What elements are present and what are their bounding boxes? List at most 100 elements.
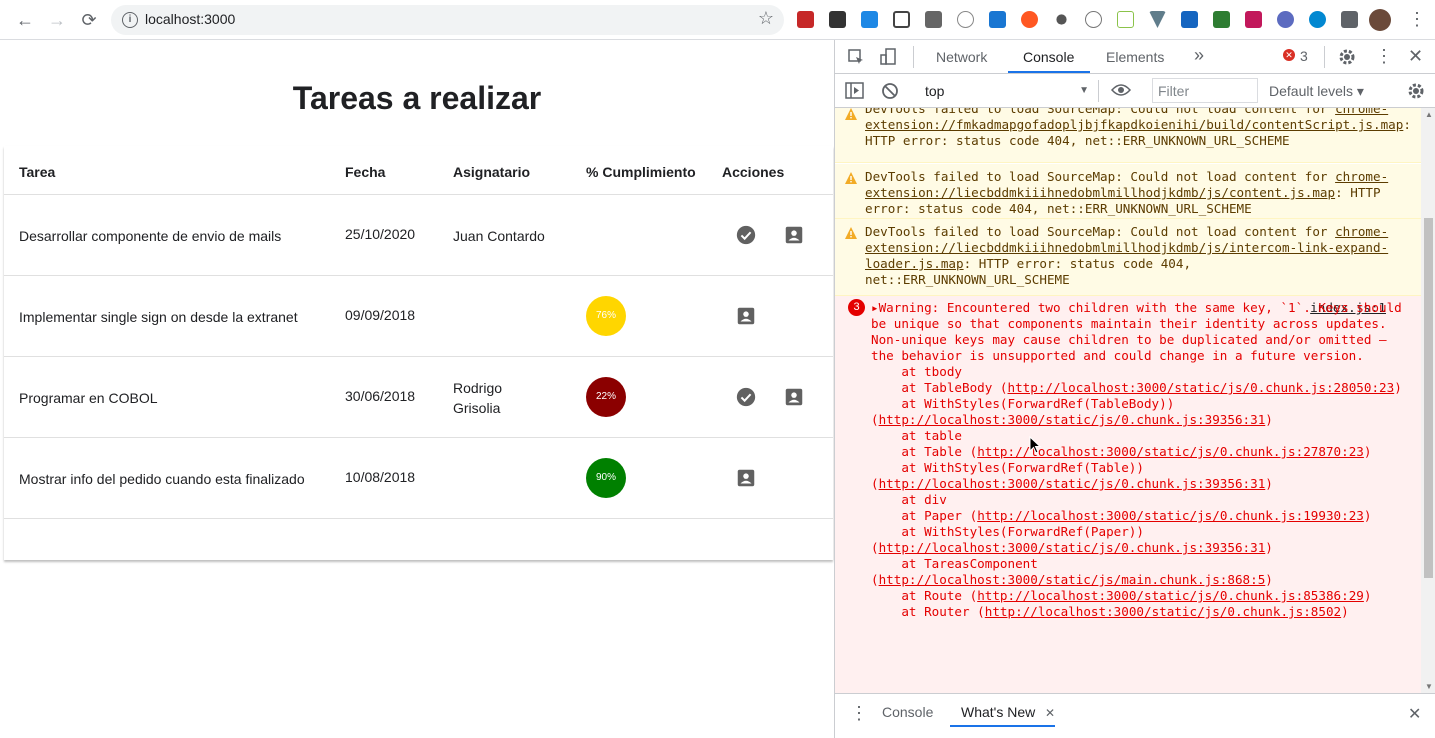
url-text[interactable]: localhost:3000 bbox=[145, 11, 235, 27]
extension-icon[interactable] bbox=[1245, 11, 1262, 28]
expand-triangle-icon[interactable]: ▸ bbox=[871, 300, 879, 315]
scroll-up-icon[interactable]: ▲ bbox=[1425, 110, 1433, 119]
cell-fecha: 09/09/2018 bbox=[345, 307, 416, 323]
scrollbar-thumb[interactable] bbox=[1424, 218, 1433, 578]
stack-frame-link[interactable]: http://localhost:3000/static/js/main.chu… bbox=[879, 572, 1266, 587]
drawer-tab-whats-new[interactable]: What's New bbox=[961, 704, 1035, 720]
extension-icon[interactable] bbox=[1056, 14, 1067, 25]
back-icon[interactable]: ← bbox=[13, 8, 37, 32]
context-value: top bbox=[925, 83, 945, 99]
error-message[interactable]: ▸Warning: Encountered two children with … bbox=[871, 300, 1411, 620]
close-tab-icon[interactable]: ✕ bbox=[1045, 706, 1055, 720]
column-header-tarea: Tarea bbox=[19, 164, 56, 180]
extensions-puzzle-icon[interactable] bbox=[1341, 11, 1358, 28]
stack-frame-link[interactable]: http://localhost:3000/static/js/0.chunk.… bbox=[879, 412, 1266, 427]
extension-icon[interactable] bbox=[1085, 11, 1102, 28]
devtools-menu-icon[interactable]: ⋮ bbox=[1375, 46, 1393, 67]
drawer-menu-icon[interactable]: ⋮ bbox=[850, 703, 868, 724]
stack-frame-name: Table bbox=[924, 444, 963, 459]
stack-frame-name: WithStyles(ForwardRef(Paper)) bbox=[924, 524, 1144, 539]
stack-frame: at WithStyles(ForwardRef(Table)) (http:/… bbox=[871, 460, 1273, 491]
column-header-asignatario: Asignatario bbox=[453, 164, 531, 180]
cell-fecha: 30/06/2018 bbox=[345, 388, 416, 404]
settings-gear-icon[interactable] bbox=[1337, 47, 1357, 67]
devtools-drawer: ⋮ Console What's New ✕ ✕ bbox=[835, 693, 1435, 738]
extension-icon[interactable] bbox=[957, 11, 974, 28]
contact-card-icon[interactable] bbox=[735, 467, 757, 489]
more-tabs-icon[interactable]: » bbox=[1194, 45, 1204, 66]
extension-icon[interactable] bbox=[1149, 11, 1166, 28]
reload-icon[interactable]: ⟳ bbox=[77, 8, 101, 32]
stack-frame-link[interactable]: http://localhost:3000/static/js/0.chunk.… bbox=[977, 588, 1364, 603]
extension-icon[interactable] bbox=[861, 11, 878, 28]
console-settings-gear-icon[interactable] bbox=[1406, 81, 1426, 101]
bookmark-star-icon[interactable]: ☆ bbox=[758, 8, 774, 29]
console-warning: DevTools failed to load SourceMap: Could… bbox=[835, 108, 1421, 163]
table-row: Desarrollar componente de envio de mails… bbox=[4, 195, 833, 276]
site-info-icon[interactable]: i bbox=[122, 12, 138, 28]
device-toolbar-icon[interactable] bbox=[879, 47, 899, 67]
forward-icon[interactable]: → bbox=[45, 8, 69, 32]
extension-icon[interactable] bbox=[1181, 11, 1198, 28]
tab-network[interactable]: Network bbox=[936, 49, 987, 65]
cell-tarea: Programar en COBOL bbox=[19, 390, 158, 406]
extension-icon[interactable] bbox=[1213, 11, 1230, 28]
active-tab-indicator bbox=[1008, 71, 1090, 73]
console-scrollbar[interactable]: ▲ ▼ bbox=[1421, 108, 1435, 693]
stack-frame-link[interactable]: http://localhost:3000/static/js/0.chunk.… bbox=[879, 540, 1266, 555]
inspect-element-icon[interactable] bbox=[847, 48, 865, 66]
check-circle-icon[interactable] bbox=[735, 224, 757, 246]
stack-frame-name: tbody bbox=[924, 364, 963, 379]
extension-icon[interactable] bbox=[989, 11, 1006, 28]
devtools-tabbar: Network Console Elements » ✕ 3 ⋮ ✕ bbox=[835, 40, 1435, 74]
stack-frame-link[interactable]: http://localhost:3000/static/js/0.chunk.… bbox=[977, 508, 1364, 523]
tab-elements[interactable]: Elements bbox=[1106, 49, 1164, 65]
stack-frame-link[interactable]: http://localhost:3000/static/js/0.chunk.… bbox=[985, 604, 1341, 619]
stack-frame: at WithStyles(ForwardRef(Paper)) (http:/… bbox=[871, 524, 1273, 555]
contact-card-icon[interactable] bbox=[783, 224, 805, 246]
extension-icon[interactable] bbox=[893, 11, 910, 28]
stack-frame: at Paper (http://localhost:3000/static/j… bbox=[871, 508, 1372, 523]
extension-icon[interactable] bbox=[1309, 11, 1326, 28]
stack-frame-link[interactable]: http://localhost:3000/static/js/0.chunk.… bbox=[1008, 380, 1395, 395]
contact-card-icon[interactable] bbox=[783, 386, 805, 408]
sidebar-toggle-icon[interactable] bbox=[845, 82, 865, 100]
close-devtools-icon[interactable]: ✕ bbox=[1408, 46, 1423, 67]
check-circle-icon[interactable] bbox=[735, 386, 757, 408]
clear-console-icon[interactable] bbox=[881, 82, 899, 100]
contact-card-icon[interactable] bbox=[735, 305, 757, 327]
error-count[interactable]: 3 bbox=[1300, 48, 1308, 64]
extension-icon[interactable] bbox=[829, 11, 846, 28]
error-text: Warning: Encountered two children with t… bbox=[871, 300, 1410, 363]
extension-icon[interactable] bbox=[925, 11, 942, 28]
browser-toolbar: ← → ⟳ i localhost:3000 ☆ ⋮ bbox=[0, 0, 1435, 40]
stack-frame-name: table bbox=[924, 428, 963, 443]
log-levels-dropdown[interactable]: Default levels ▾ bbox=[1269, 83, 1364, 100]
console-log[interactable]: DevTools failed to load SourceMap: Could… bbox=[835, 108, 1421, 693]
separator bbox=[1098, 80, 1099, 102]
avatar[interactable] bbox=[1369, 9, 1391, 31]
extension-icon[interactable] bbox=[797, 11, 814, 28]
cell-tarea: Desarrollar componente de envio de mails bbox=[19, 228, 282, 244]
scroll-down-icon[interactable]: ▼ bbox=[1425, 682, 1433, 691]
filter-input[interactable]: Filter bbox=[1152, 78, 1258, 103]
drawer-tab-console[interactable]: Console bbox=[882, 704, 933, 720]
table-row: Programar en COBOL 30/06/2018 Rodrigo Gris… bbox=[4, 357, 833, 438]
extension-icon[interactable] bbox=[1021, 11, 1038, 28]
warning-icon bbox=[845, 172, 857, 184]
tasks-table: Tarea Fecha Asignatario % Cumplimiento A… bbox=[4, 146, 833, 560]
cell-asignatario: Rodrigo Grisolia bbox=[453, 380, 503, 416]
tab-console[interactable]: Console bbox=[1023, 49, 1074, 65]
extension-icon[interactable] bbox=[1277, 11, 1294, 28]
warning-icon bbox=[845, 108, 857, 120]
close-drawer-icon[interactable]: ✕ bbox=[1408, 704, 1421, 724]
live-expression-eye-icon[interactable] bbox=[1111, 83, 1131, 97]
extension-icon[interactable] bbox=[1117, 11, 1134, 28]
error-count-icon[interactable]: ✕ bbox=[1283, 49, 1295, 61]
stack-frame-link[interactable]: http://localhost:3000/static/js/0.chunk.… bbox=[879, 476, 1266, 491]
stack-frame: at WithStyles(ForwardRef(TableBody)) (ht… bbox=[871, 396, 1273, 427]
context-selector[interactable]: top ▼ bbox=[920, 79, 1093, 103]
address-bar[interactable]: i localhost:3000 ☆ bbox=[111, 5, 784, 35]
menu-kebab-icon[interactable]: ⋮ bbox=[1408, 8, 1426, 32]
warning-text: DevTools failed to load SourceMap: Could… bbox=[865, 108, 1336, 116]
